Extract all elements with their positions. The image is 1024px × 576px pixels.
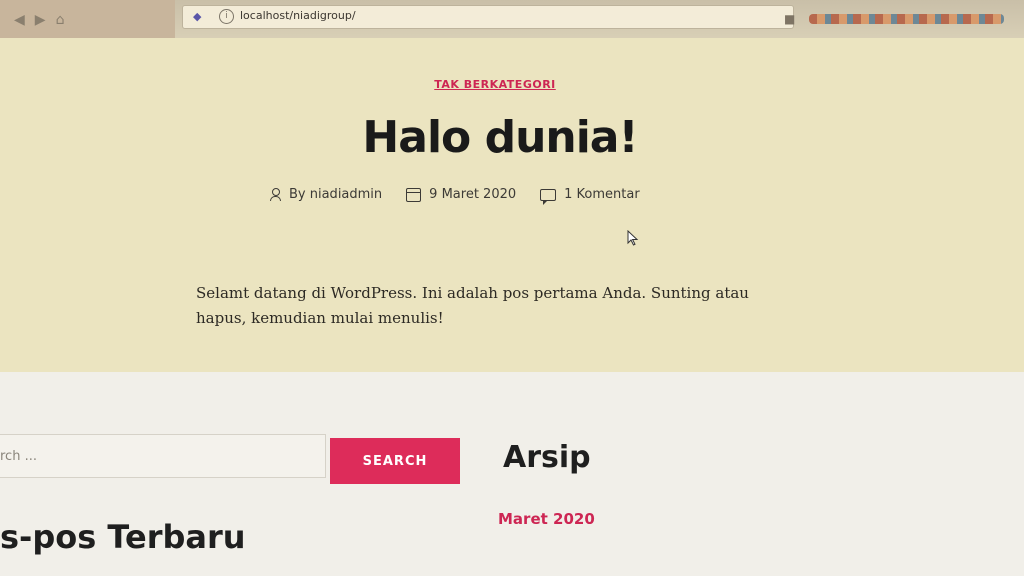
post-date: 9 Maret 2020: [406, 187, 516, 202]
post-excerpt: Selamt datang di WordPress. Ini adalah p…: [196, 284, 749, 327]
calendar-icon: [406, 187, 422, 202]
browser-chrome: ◀ ▶ ⌂ ◆ i localhost/niadigroup/ ■: [0, 0, 1024, 38]
post-author: By niadiadmin: [270, 187, 382, 202]
forward-icon[interactable]: ▶: [35, 12, 46, 28]
user-icon: [270, 188, 281, 201]
home-icon[interactable]: ⌂: [56, 12, 65, 28]
decorative-banner: [809, 14, 1004, 24]
recent-posts-widget-title: s-pos Terbaru: [0, 518, 246, 556]
post-title[interactable]: Halo dunia!: [300, 112, 700, 163]
post-meta: By niadiadmin 9 Maret 2020 1 Komentar: [270, 187, 640, 205]
back-icon[interactable]: ◀: [14, 12, 25, 28]
url-text[interactable]: localhost/niadigroup/: [240, 9, 356, 22]
browser-toolbar-right: ■: [784, 0, 1024, 38]
search-input[interactable]: [0, 435, 325, 477]
post-category-link[interactable]: TAK BERKATEGORI: [420, 78, 570, 91]
browser-nav-icons: ◀ ▶ ⌂: [14, 12, 64, 28]
mouse-cursor-icon: [627, 230, 639, 246]
search-button[interactable]: SEARCH: [330, 438, 460, 484]
comment-icon: [540, 188, 557, 205]
address-bar[interactable]: ◆ i localhost/niadigroup/: [182, 5, 794, 29]
shield-icon: ◆: [193, 10, 202, 23]
archive-item-link[interactable]: Maret 2020: [498, 510, 595, 528]
archive-widget-title: Arsip: [503, 440, 591, 475]
search-field[interactable]: [0, 434, 326, 478]
toolbar-icon[interactable]: ■: [784, 12, 795, 26]
post-comments: 1 Komentar: [540, 187, 640, 205]
browser-tabs-area: ◀ ▶ ⌂: [0, 0, 175, 38]
info-icon[interactable]: i: [219, 9, 234, 24]
post-comments-link[interactable]: 1 Komentar: [564, 187, 640, 202]
post-author-link[interactable]: By niadiadmin: [289, 187, 382, 202]
post-date-link[interactable]: 9 Maret 2020: [429, 187, 516, 202]
